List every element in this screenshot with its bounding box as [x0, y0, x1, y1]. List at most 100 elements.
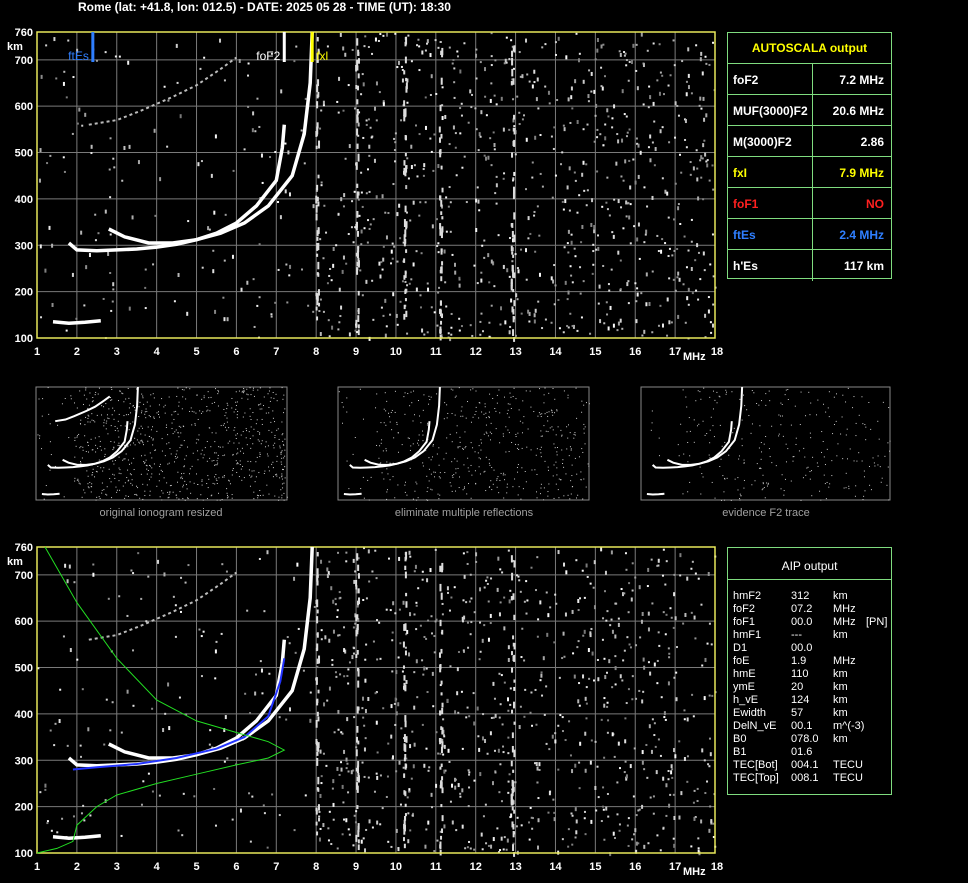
thumb-evidence-dot — [799, 424, 801, 426]
bottom-ionogram-noise-dot — [442, 753, 445, 756]
bottom-ionogram-noise-dot — [665, 613, 668, 616]
thumb-eliminate-dot — [551, 411, 553, 413]
thumb-original-dot — [206, 483, 208, 485]
bottom-ionogram-noise-dot — [509, 703, 512, 706]
bottom-ionogram-noise-dot — [649, 796, 652, 799]
marker-fof2 — [282, 32, 286, 62]
thumb-original-dot — [243, 391, 245, 393]
bottom-ionogram-noise-dot — [518, 579, 521, 582]
top-ionogram-noise-dot — [437, 251, 440, 254]
bottom-ionogram-noise-dot — [446, 586, 449, 591]
bottom-ionogram-noise-dot — [381, 807, 384, 810]
top-ionogram-noise-dot — [513, 125, 516, 128]
top-ionogram-noise-dot — [342, 255, 345, 260]
aip-value: 07.2 — [791, 603, 813, 615]
bottom-ionogram-noise-dot — [326, 574, 329, 579]
bottom-ionogram-noise-dot — [507, 791, 510, 794]
bottom-ionogram-streak-dot — [404, 813, 407, 817]
thumb-original-dot — [122, 393, 124, 395]
thumb-eliminate-dot — [376, 431, 378, 433]
thumb-eliminate-dot — [458, 487, 460, 489]
thumb-original-dot — [123, 415, 125, 417]
top-ionogram-noise-dot — [350, 226, 353, 229]
bottom-ionogram-noise-dot — [481, 736, 484, 741]
bottom-ionogram-noise-dot — [701, 664, 704, 667]
thumb-original-dot — [284, 408, 286, 410]
top-ionogram-noise-dot — [492, 131, 495, 134]
thumb-original-dot — [281, 450, 283, 452]
thumb-original-dot — [168, 442, 170, 444]
thumb-original-dot — [259, 452, 261, 454]
bottom-ionogram-noise-dot — [596, 765, 599, 768]
thumb-original-dot — [96, 496, 98, 498]
top-ionogram-noise-dot — [560, 163, 563, 166]
bottom-ionogram-noise-dot — [634, 576, 637, 579]
thumb-original-dot — [76, 479, 78, 481]
thumb-original-dot — [125, 453, 127, 455]
bottom-ionogram-noise-dot — [710, 819, 713, 824]
top-ionogram-noise-dot — [71, 132, 74, 135]
top-ionogram-noise-dot — [243, 148, 246, 151]
top-ionogram-streak-dot — [441, 216, 444, 220]
thumb-original-dot — [215, 388, 217, 390]
bottom-ionogram-noise-dot — [631, 838, 634, 841]
thumb-eliminate-dot — [338, 391, 340, 393]
bottom-ionogram-noise-dot — [657, 738, 660, 741]
thumb-eliminate-dot — [518, 486, 520, 488]
top-ionogram-noise-dot — [345, 262, 348, 265]
thumb-original-dot — [258, 404, 260, 406]
bottom-ionogram-noise-dot — [615, 602, 618, 605]
top-ionogram-noise-dot — [186, 311, 189, 316]
thumb-eliminate-dot — [587, 463, 589, 465]
bottom-ionogram-noise-dot — [567, 828, 570, 831]
bottom-ionogram-noise-dot — [395, 828, 398, 833]
thumb-eliminate-dot — [454, 396, 456, 398]
thumb-eliminate-dot — [570, 493, 572, 495]
top-ionogram-noise-dot — [104, 209, 107, 214]
top-ionogram-noise-dot — [459, 132, 462, 135]
bottom-ionogram-noise-dot — [536, 556, 539, 559]
thumb-original-dot — [161, 471, 163, 473]
top-ionogram-noise-dot — [570, 274, 573, 277]
top-ionogram-noise-dot — [602, 264, 605, 267]
bottom-ionogram-noise-dot — [534, 589, 537, 592]
thumb-eliminate-dot — [427, 487, 429, 489]
bottom-multiple-reflection — [88, 571, 237, 641]
top-ionogram-noise-dot — [617, 321, 620, 326]
bottom-ionogram-noise-dot — [545, 742, 548, 745]
top-ionogram-noise-dot — [97, 232, 100, 235]
bottom-ionogram-noise-dot — [555, 602, 558, 605]
thumb-eliminate-dot — [577, 494, 579, 496]
top-ionogram-noise-dot — [421, 328, 424, 333]
thumb-original-dot — [174, 431, 176, 433]
top-ionogram-noise-dot — [621, 327, 624, 330]
bottom-ionogram-noise-dot — [339, 596, 342, 599]
thumb-original-dot — [74, 456, 76, 458]
thumb-eliminate-dot — [451, 461, 453, 463]
top-ionogram-noise-dot — [366, 241, 369, 244]
top-ionogram-streak-dot — [404, 135, 407, 141]
bottom-ionogram-noise-dot — [646, 585, 649, 588]
top-ionogram-streak-dot — [512, 308, 515, 315]
aip-value: 00.1 — [791, 720, 813, 732]
thumb-original-dot — [95, 499, 97, 501]
thumb-original-dot — [85, 387, 87, 389]
aip-key: foF2 — [733, 603, 756, 615]
bottom-ionogram-noise-dot — [337, 551, 340, 554]
top-ionogram-noise-dot — [570, 86, 573, 91]
top-ionogram-noise-dot — [537, 107, 540, 110]
top-ionogram-streak-dot — [316, 122, 319, 129]
thumb-eliminate-dot — [430, 396, 432, 398]
thumb-original-dot — [41, 415, 43, 417]
thumb-original-dot — [106, 414, 108, 416]
aip-unit: km — [833, 668, 848, 680]
thumb-eliminate-dot — [475, 410, 477, 412]
top-ionogram-x-tick-label: 15 — [589, 346, 601, 358]
thumb-eliminate-dot — [562, 462, 564, 464]
thumb-eliminate-dot — [573, 433, 575, 435]
top-ionogram-noise-dot — [711, 233, 714, 236]
bottom-ionogram-noise-dot — [631, 589, 634, 592]
bottom-ionogram-noise-dot — [480, 832, 483, 837]
top-ionogram-noise-dot — [177, 272, 180, 277]
thumb-original-dot — [257, 497, 259, 499]
